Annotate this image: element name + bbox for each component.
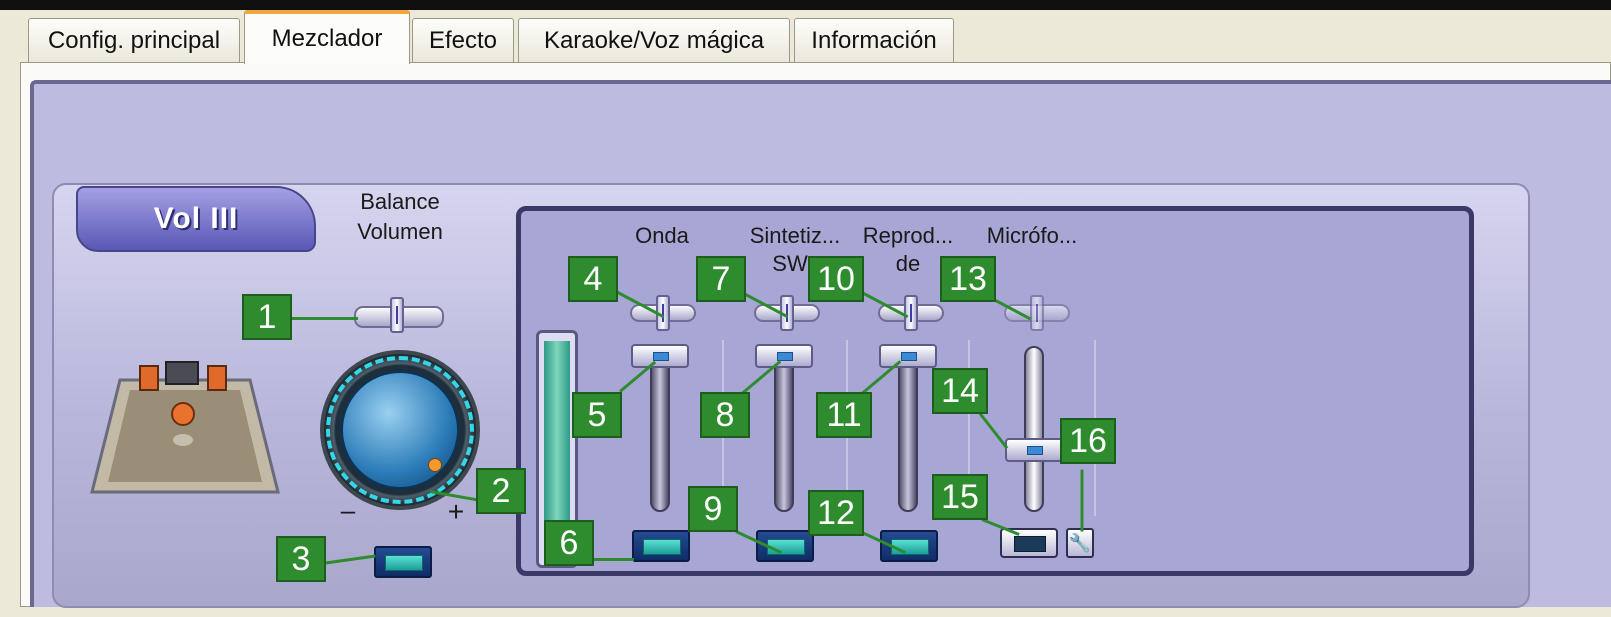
callout-badge: 5 — [572, 392, 622, 438]
knob-plus-label: + — [447, 496, 465, 527]
callout-line-16 — [1080, 469, 1084, 532]
vol-tab-button[interactable]: Vol III — [76, 186, 316, 252]
callout-badge: 8 — [700, 392, 750, 438]
callout-badge: 2 — [476, 468, 526, 514]
speaker-layout-icon — [90, 361, 280, 494]
channel-label-microfono: Micrófo... — [986, 223, 1078, 248]
master-mute-button[interactable] — [374, 546, 432, 578]
mic-volume-thumb[interactable] — [1005, 438, 1063, 462]
tab-config-principal[interactable]: Config. principal — [28, 18, 240, 62]
callout-badge: 13 — [940, 256, 996, 302]
callout-badge: 12 — [808, 490, 864, 536]
callout-badge: 9 — [688, 486, 738, 532]
callout-line-6 — [592, 558, 634, 561]
onda-volume-thumb[interactable] — [631, 344, 689, 368]
mic-balance-thumb[interactable] — [1030, 295, 1044, 331]
channel-label-onda: Onda — [635, 223, 689, 248]
callout-badge: 4 — [568, 256, 618, 302]
channel-label-sintetiz: Sintetiz... — [749, 223, 841, 248]
reprod-volume-track[interactable] — [898, 352, 918, 512]
tab-mezclador[interactable]: Mezclador — [244, 10, 410, 64]
mic-volume-track[interactable] — [1024, 346, 1044, 512]
callout-badge: 16 — [1060, 418, 1116, 464]
master-volume-knob-indicator — [428, 458, 442, 472]
callout-badge: 14 — [932, 368, 988, 414]
tab-efecto[interactable]: Efecto — [412, 18, 514, 62]
sintetiz-volume-track[interactable] — [774, 352, 794, 512]
wrench-icon[interactable]: 🔧 — [1066, 528, 1094, 558]
callout-badge: 7 — [696, 256, 746, 302]
knob-minus-label: – — [340, 495, 356, 525]
sintetiz-volume-thumb[interactable] — [755, 344, 813, 368]
channel-label-reprod: Reprod... — [862, 223, 954, 248]
balance-label: Balance — [360, 189, 440, 214]
master-volume-knob[interactable] — [341, 371, 459, 489]
callout-badge: 15 — [932, 474, 988, 520]
callout-badge: 3 — [276, 536, 326, 582]
mic-mute-button[interactable] — [1000, 528, 1058, 558]
channel-label-sintetiz-2: SW — [772, 251, 808, 276]
tab-informacion[interactable]: Información — [794, 18, 954, 62]
callout-badge: 10 — [808, 256, 864, 302]
reprod-balance-thumb[interactable] — [904, 295, 918, 331]
callout-line-1 — [290, 317, 358, 320]
volume-label: Volumen — [357, 219, 443, 244]
onda-volume-track[interactable] — [650, 352, 670, 512]
master-balance-thumb[interactable] — [390, 297, 404, 333]
tab-karaoke[interactable]: Karaoke/Voz mágica — [518, 18, 790, 62]
callout-badge: 11 — [816, 392, 872, 438]
onda-mute-button[interactable] — [632, 530, 690, 562]
reprod-volume-thumb[interactable] — [879, 344, 937, 368]
channel-label-reprod-2: de — [895, 251, 921, 276]
callout-badge: 1 — [242, 294, 292, 340]
callout-badge: 6 — [544, 520, 594, 566]
